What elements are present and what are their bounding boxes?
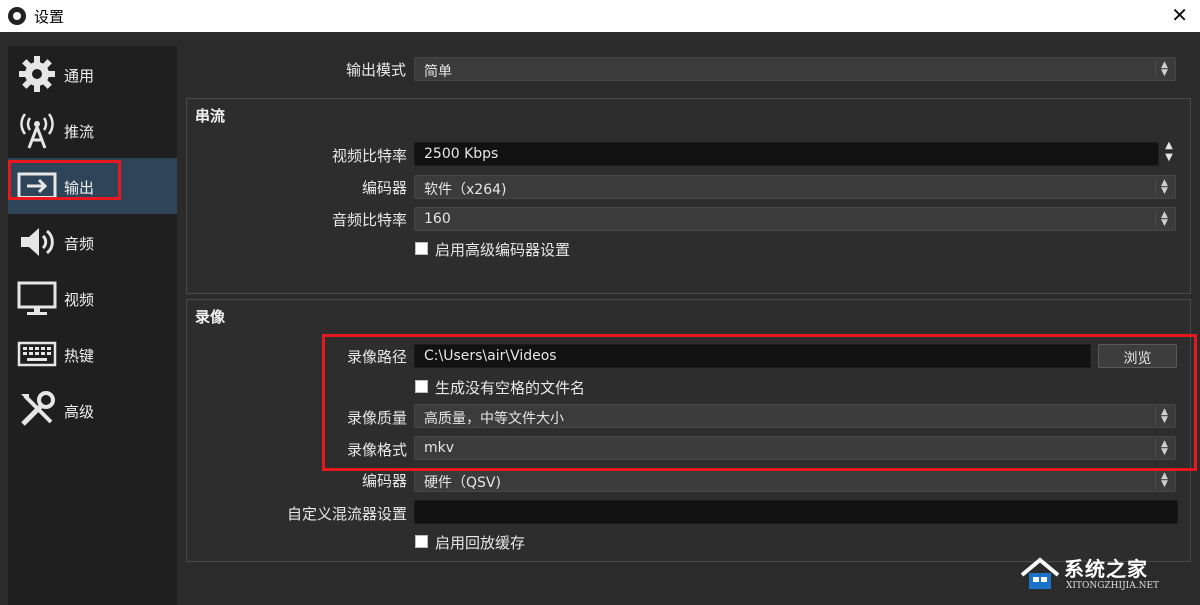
video-bitrate-label: 视频比特率	[331, 147, 407, 165]
chevron-updown-icon: ▲ ▼	[1155, 210, 1173, 228]
sidebar-item-label: 高级	[64, 403, 95, 421]
watermark-text: 系统之家	[1064, 557, 1148, 581]
output-mode-select[interactable]: 简单 ▲ ▼	[414, 57, 1176, 81]
chevron-updown-icon: ▲ ▼	[1155, 471, 1173, 489]
sidebar-item-general[interactable]: 通用	[8, 46, 177, 102]
sidebar-item-output[interactable]: 输出	[8, 158, 177, 214]
output-mode-value: 简单	[424, 64, 452, 80]
custom-muxer-input[interactable]	[414, 500, 1178, 524]
watermark: 系统之家 XITONGZHIJIA.NET	[1020, 551, 1194, 599]
obs-app-icon	[8, 7, 26, 25]
chevron-updown-icon: ▲ ▼	[1155, 60, 1173, 78]
title-bar: 设置 ✕	[0, 0, 1200, 32]
recording-group-title: 录像	[195, 308, 226, 326]
recording-encoder-value: 硬件（QSV)	[424, 475, 501, 491]
tools-icon	[21, 391, 55, 426]
sidebar-item-label: 通用	[64, 67, 95, 85]
recording-path-input[interactable]: C:\Users\air\Videos	[414, 344, 1091, 368]
settings-window: 通用 推流 输出 音频 视频 热键 高级 输出模式 简单 ▲ ▼ 串流 视频比特…	[0, 32, 1200, 605]
output-mode-label: 输出模式	[345, 61, 406, 79]
sidebar-item-hotkeys[interactable]: 热键	[8, 326, 177, 382]
replay-buffer-checkbox[interactable]	[415, 535, 428, 548]
spin-buttons-icon[interactable]: ▲ ▼	[1159, 140, 1179, 168]
chevron-updown-icon: ▲ ▼	[1155, 407, 1173, 425]
sidebar-item-label: 热键	[64, 347, 95, 365]
sidebar-item-video[interactable]: 视频	[8, 270, 177, 326]
no-space-filename-checkbox-row: 生成没有空格的文件名	[415, 377, 715, 397]
streaming-group-title: 串流	[195, 107, 226, 125]
recording-quality-value: 高质量，中等文件大小	[424, 411, 564, 427]
encoder-value: 软件（x264)	[424, 182, 507, 198]
output-highlight-frame	[8, 160, 121, 200]
video-bitrate-value: 2500 Kbps	[424, 146, 499, 162]
sidebar-item-stream[interactable]: 推流	[8, 102, 177, 158]
video-bitrate-input[interactable]: 2500 Kbps	[414, 142, 1159, 166]
close-icon[interactable]: ✕	[1171, 3, 1188, 27]
chevron-updown-icon: ▲ ▼	[1155, 439, 1173, 457]
browse-button[interactable]: 浏览	[1098, 344, 1177, 368]
sidebar-item-label: 推流	[64, 123, 95, 141]
chevron-updown-icon: ▲ ▼	[1155, 178, 1173, 196]
sidebar-item-label: 音频	[64, 235, 95, 253]
replay-buffer-checkbox-row: 启用回放缓存	[415, 532, 715, 552]
audio-bitrate-value: 160	[424, 211, 451, 227]
house-logo-icon	[1020, 557, 1060, 589]
custom-muxer-label: 自定义混流器设置	[286, 505, 407, 523]
no-space-filename-label: 生成没有空格的文件名	[435, 379, 586, 397]
broadcast-antenna-icon	[20, 113, 54, 149]
audio-bitrate-select[interactable]: 160 ▲ ▼	[414, 207, 1176, 231]
gear-icon	[19, 56, 55, 92]
recording-format-label: 录像格式	[346, 441, 407, 459]
advanced-encoder-checkbox[interactable]	[415, 242, 428, 255]
streaming-group: 串流 视频比特率 2500 Kbps ▲ ▼ 编码器 软件（x264) ▲ ▼ 音频…	[186, 98, 1191, 294]
encoder-select[interactable]: 软件（x264) ▲ ▼	[414, 175, 1176, 199]
recording-format-select[interactable]: mkv ▲ ▼	[414, 436, 1176, 460]
advanced-encoder-checkbox-row: 启用高级编码器设置	[415, 239, 715, 259]
recording-path-label: 录像路径	[346, 348, 407, 366]
monitor-icon	[17, 281, 57, 315]
recording-path-value: C:\Users\air\Videos	[424, 348, 557, 364]
advanced-encoder-label: 启用高级编码器设置	[435, 241, 571, 259]
window-title: 设置	[34, 8, 65, 26]
recording-group: 录像 录像路径 C:\Users\air\Videos 浏览 生成没有空格的文件…	[186, 299, 1191, 562]
recording-encoder-select[interactable]: 硬件（QSV) ▲ ▼	[414, 468, 1176, 492]
recording-encoder-label: 编码器	[361, 472, 407, 490]
replay-buffer-label: 启用回放缓存	[435, 534, 526, 552]
sidebar-item-advanced[interactable]: 高级	[8, 382, 177, 438]
recording-format-value: mkv	[424, 440, 455, 456]
watermark-url: XITONGZHIJIA.NET	[1066, 581, 1160, 591]
keyboard-icon	[17, 341, 57, 367]
no-space-filename-checkbox[interactable]	[415, 380, 428, 393]
audio-bitrate-label: 音频比特率	[331, 211, 407, 229]
sidebar-item-audio[interactable]: 音频	[8, 214, 177, 270]
sidebar: 通用 推流 输出 音频 视频 热键 高级	[8, 46, 177, 605]
speaker-icon	[21, 228, 54, 256]
recording-quality-select[interactable]: 高质量，中等文件大小 ▲ ▼	[414, 404, 1176, 428]
settings-content: 输出模式 简单 ▲ ▼ 串流 视频比特率 2500 Kbps ▲ ▼ 编码器 软件（…	[186, 46, 1197, 605]
encoder-label: 编码器	[361, 179, 407, 197]
recording-quality-label: 录像质量	[346, 409, 407, 427]
sidebar-item-label: 视频	[64, 291, 95, 309]
